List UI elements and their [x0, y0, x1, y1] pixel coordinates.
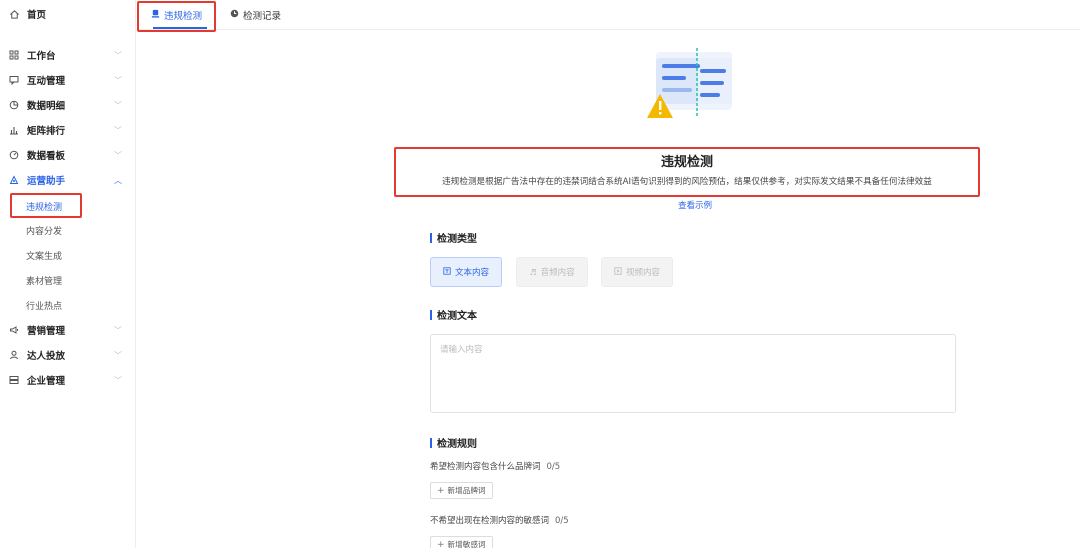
type-audio-button[interactable]: ♬ 音频内容 [516, 257, 588, 287]
chevron-down-icon: ﹀ [114, 125, 122, 135]
sidebar-item-label: 运营助手 [27, 176, 66, 187]
chevron-down-icon: ﹀ [114, 75, 122, 85]
sidebar-item-label: 营销管理 [27, 326, 66, 337]
sidebar-subitem-asset-management[interactable]: 素材管理 [26, 271, 62, 289]
plus-icon: + [437, 485, 445, 496]
type-video-button[interactable]: 视频内容 [601, 257, 673, 287]
sidebar-item-label: 矩阵排行 [27, 126, 66, 137]
dashboard-icon [8, 149, 20, 161]
sidebar-item-home[interactable]: 首页 [0, 4, 136, 24]
grid-icon [8, 49, 20, 61]
home-icon [8, 8, 20, 20]
highlight-box [394, 147, 980, 197]
highlight-box [137, 1, 216, 32]
user-icon [8, 349, 20, 361]
rule-brand-label: 希望检测内容包含什么品牌词 0/5 [430, 462, 561, 472]
chevron-up-icon: ︿ [114, 175, 122, 185]
app: 首页 工作台 ﹀ 互动管理 ﹀ 数据明细 ﹀ 矩阵排行 ﹀ 数据看板 ﹀ 运营助… [0, 0, 1080, 548]
tab-check-records[interactable]: 检测记录 [230, 0, 281, 30]
sidebar-item-label: 首页 [27, 10, 47, 21]
section-title-text: 检测文本 [430, 307, 477, 322]
sidebar-item-label: 互动管理 [27, 76, 66, 87]
assistant-icon [8, 174, 20, 186]
sidebar-item-label: 数据明细 [27, 101, 66, 112]
add-brand-word-button[interactable]: + 新增品牌词 [430, 482, 493, 499]
sidebar-item-enterprise[interactable]: 企业管理 ﹀ [0, 370, 136, 390]
chevron-down-icon: ﹀ [114, 325, 122, 335]
sidebar-item-label: 数据看板 [27, 151, 66, 162]
clock-icon [230, 9, 239, 21]
sidebar: 首页 工作台 ﹀ 互动管理 ﹀ 数据明细 ﹀ 矩阵排行 ﹀ 数据看板 ﹀ 运营助… [0, 0, 136, 548]
chart-circle-icon [8, 99, 20, 111]
megaphone-icon [8, 324, 20, 336]
chevron-down-icon: ﹀ [114, 100, 122, 110]
sidebar-item-label: 企业管理 [27, 376, 66, 387]
section-title-type: 检测类型 [430, 230, 477, 245]
bar-chart-icon [8, 124, 20, 136]
sidebar-subitem-content-distribution[interactable]: 内容分发 [26, 221, 62, 239]
section-title-rules: 检测规则 [430, 435, 477, 450]
sidebar-subitem-industry-hotspots[interactable]: 行业热点 [26, 296, 62, 314]
highlight-box [10, 193, 82, 218]
sidebar-item-operations-assistant[interactable]: 运营助手 ︿ [0, 170, 136, 190]
sidebar-item-label: 工作台 [27, 51, 56, 62]
text-icon [443, 267, 451, 277]
chevron-down-icon: ﹀ [114, 375, 122, 385]
sidebar-item-influencer[interactable]: 达人投放 ﹀ [0, 345, 136, 365]
sidebar-subitem-copy-generation[interactable]: 文案生成 [26, 246, 62, 264]
sidebar-item-marketing[interactable]: 营销管理 ﹀ [0, 320, 136, 340]
sidebar-item-workbench[interactable]: 工作台 ﹀ [0, 45, 136, 65]
rule-brand-count: 0/5 [546, 462, 561, 472]
rule-sensitive-label: 不希望出现在检测内容的敏感词 0/5 [430, 516, 569, 526]
chat-icon [8, 74, 20, 86]
detection-text-input[interactable] [430, 334, 956, 413]
video-icon [614, 267, 622, 277]
enterprise-icon [8, 374, 20, 386]
chevron-down-icon: ﹀ [114, 350, 122, 360]
sidebar-item-interaction[interactable]: 互动管理 ﹀ [0, 70, 136, 90]
sidebar-item-data-detail[interactable]: 数据明细 ﹀ [0, 95, 136, 115]
chevron-down-icon: ﹀ [114, 50, 122, 60]
sidebar-item-label: 达人投放 [27, 351, 66, 362]
chevron-down-icon: ﹀ [114, 150, 122, 160]
document-warning-illustration [644, 48, 740, 120]
music-icon: ♬ [529, 267, 537, 277]
add-sensitive-word-button[interactable]: + 新增敏感词 [430, 536, 493, 548]
sidebar-item-matrix-rank[interactable]: 矩阵排行 ﹀ [0, 120, 136, 140]
rule-sensitive-count: 0/5 [555, 516, 569, 526]
sidebar-item-dashboard[interactable]: 数据看板 ﹀ [0, 145, 136, 165]
plus-icon: + [437, 539, 445, 548]
view-example-link[interactable]: 查看示例 [660, 199, 730, 211]
type-text-button[interactable]: 文本内容 [430, 257, 502, 287]
